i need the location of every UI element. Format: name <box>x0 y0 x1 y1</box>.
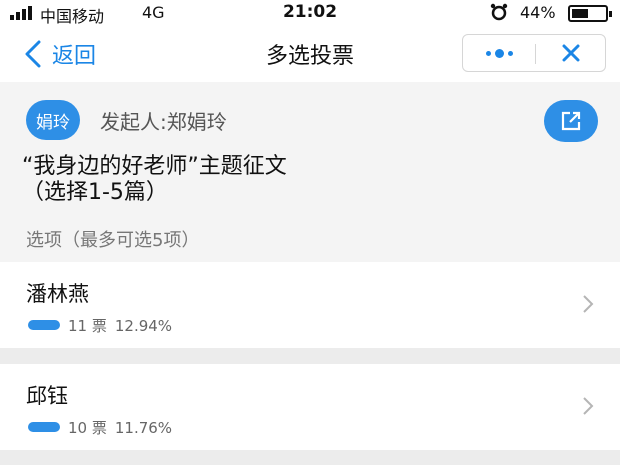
option-name: 潘林燕 <box>26 282 89 306</box>
chevron-right-icon <box>583 295 594 313</box>
status-bar: 中国移动 4G 21:02 44% <box>0 0 620 26</box>
alarm-icon <box>490 3 508 21</box>
avatar[interactable]: 娟玲 <box>26 100 80 140</box>
vote-title-line-1: “我身边的好老师”主题征文 <box>22 154 287 179</box>
option-name: 邱钰 <box>26 384 68 408</box>
vote-percent: 11.76% <box>114 419 173 437</box>
chevron-right-icon <box>583 397 594 415</box>
close-button[interactable] <box>536 35 606 71</box>
vote-header: 娟玲 发起人:郑娟玲 “我身边的好老师”主题征文 （选择1-5篇） 选项（最多可… <box>0 82 620 262</box>
vote-title-line-2: （选择1-5篇） <box>22 180 168 205</box>
vote-count: 11 票 <box>68 317 107 335</box>
vote-percent: 12.94% <box>114 317 173 335</box>
battery-percent: 44% <box>520 3 556 22</box>
option-stats: 11 票 12.94% <box>68 315 172 336</box>
share-icon <box>561 111 581 131</box>
nav-bar: 返回 多选投票 <box>0 26 620 82</box>
share-button[interactable] <box>544 100 598 142</box>
vote-progress-bar <box>28 320 60 330</box>
vote-progress-bar <box>28 422 60 432</box>
option-item[interactable]: 潘林燕 11 票 12.94% <box>0 262 620 348</box>
options-hint: 选项（最多可选5项） <box>26 230 200 251</box>
mini-program-capsule <box>462 34 606 72</box>
close-icon <box>562 44 580 62</box>
initiator-label: 发起人:郑娟玲 <box>100 110 227 134</box>
vote-count: 10 票 <box>68 419 107 437</box>
vote-title: “我身边的好老师”主题征文 （选择1-5篇） <box>22 154 442 206</box>
battery-icon <box>568 5 612 22</box>
more-button[interactable] <box>463 35 535 71</box>
option-item[interactable]: 邱钰 10 票 11.76% <box>0 364 620 450</box>
option-stats: 10 票 11.76% <box>68 417 172 438</box>
more-icon <box>485 48 513 58</box>
